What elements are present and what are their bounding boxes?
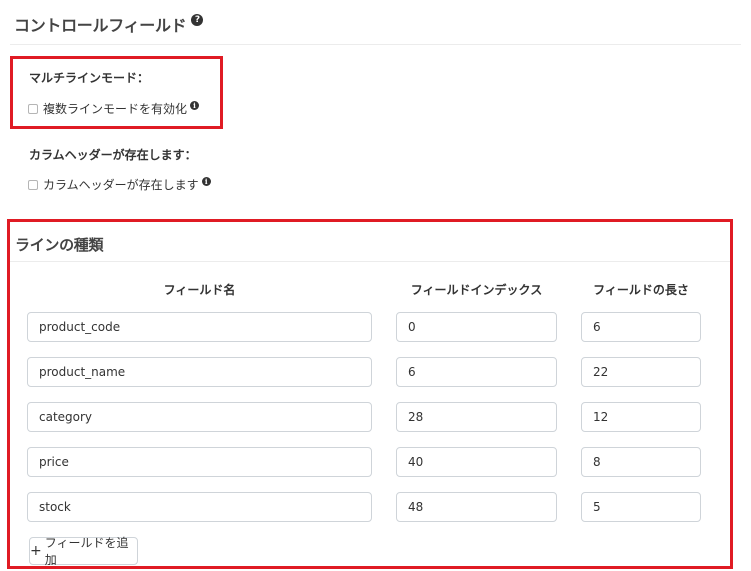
highlight-box-line-types (7, 219, 733, 569)
help-icon[interactable]: ? (191, 14, 204, 26)
info-icon[interactable]: i (201, 177, 211, 186)
section-title-text: コントロールフィールド (14, 16, 187, 35)
highlight-box-multiline (10, 56, 223, 129)
column-header-label: カラムヘッダーが存在します： (29, 148, 197, 162)
column-header-checkbox[interactable] (28, 179, 38, 190)
divider (10, 44, 741, 45)
section-title: コントロールフィールド ? (14, 12, 204, 36)
control-fields-page: コントロールフィールド ? マルチラインモード： 複数ラインモードを有効化 i … (0, 0, 751, 571)
column-header-checkbox-row[interactable]: カラムヘッダーが存在します i (28, 176, 211, 193)
column-header-checkbox-label[interactable]: カラムヘッダーが存在します (43, 176, 199, 193)
